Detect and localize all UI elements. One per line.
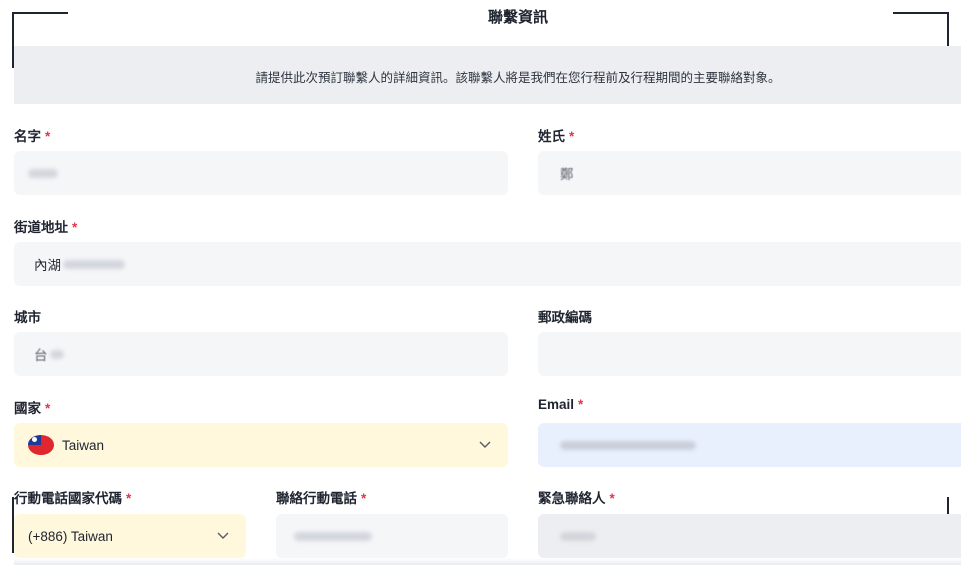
chevron-down-icon <box>479 441 491 448</box>
section-title: 聯繫資訊 <box>487 9 548 26</box>
country-label: 國家 * <box>14 401 51 416</box>
country-value: Taiwan <box>62 437 105 453</box>
city-label: 城市 <box>14 310 41 325</box>
phone-code-value: (+886) Taiwan <box>28 528 113 544</box>
city-field[interactable]: 台 <box>14 332 508 376</box>
email-label: Email * <box>538 397 584 412</box>
postal-label: 郵政編碼 <box>538 310 592 325</box>
first-name-label: 名字 * <box>14 129 51 144</box>
redacted-value <box>294 531 372 541</box>
emergency-contact-label: 緊急聯絡人 * <box>538 491 615 506</box>
chevron-down-icon <box>217 532 229 539</box>
last-name-field[interactable]: 鄭 <box>538 151 961 195</box>
bottom-shadow <box>14 558 961 565</box>
phone-code-select[interactable]: (+886) Taiwan <box>14 514 246 558</box>
street-label: 街道地址 * <box>14 220 78 235</box>
redacted-value <box>49 349 64 359</box>
redacted-value <box>63 259 125 269</box>
first-name-field[interactable] <box>14 151 508 195</box>
postal-field[interactable] <box>538 332 961 376</box>
phone-label: 聯絡行動電話 * <box>276 491 367 506</box>
last-name-label: 姓氏 * <box>538 129 575 144</box>
email-field[interactable] <box>538 423 961 467</box>
emergency-contact-field[interactable] <box>538 514 961 558</box>
phone-code-label: 行動電話國家代碼 * <box>14 491 132 506</box>
redacted-value <box>28 168 58 178</box>
country-select[interactable]: Taiwan <box>14 423 508 467</box>
redacted-value <box>560 531 596 541</box>
phone-field[interactable] <box>276 514 508 558</box>
taiwan-flag-icon <box>28 435 54 455</box>
street-field[interactable]: 內湖 <box>14 242 961 286</box>
notice-text: 請提供此次預訂聯繫人的詳細資訊。該聯繫人將是我們在您行程前及行程期間的主要聯絡對… <box>255 71 781 85</box>
redacted-value <box>560 440 696 450</box>
